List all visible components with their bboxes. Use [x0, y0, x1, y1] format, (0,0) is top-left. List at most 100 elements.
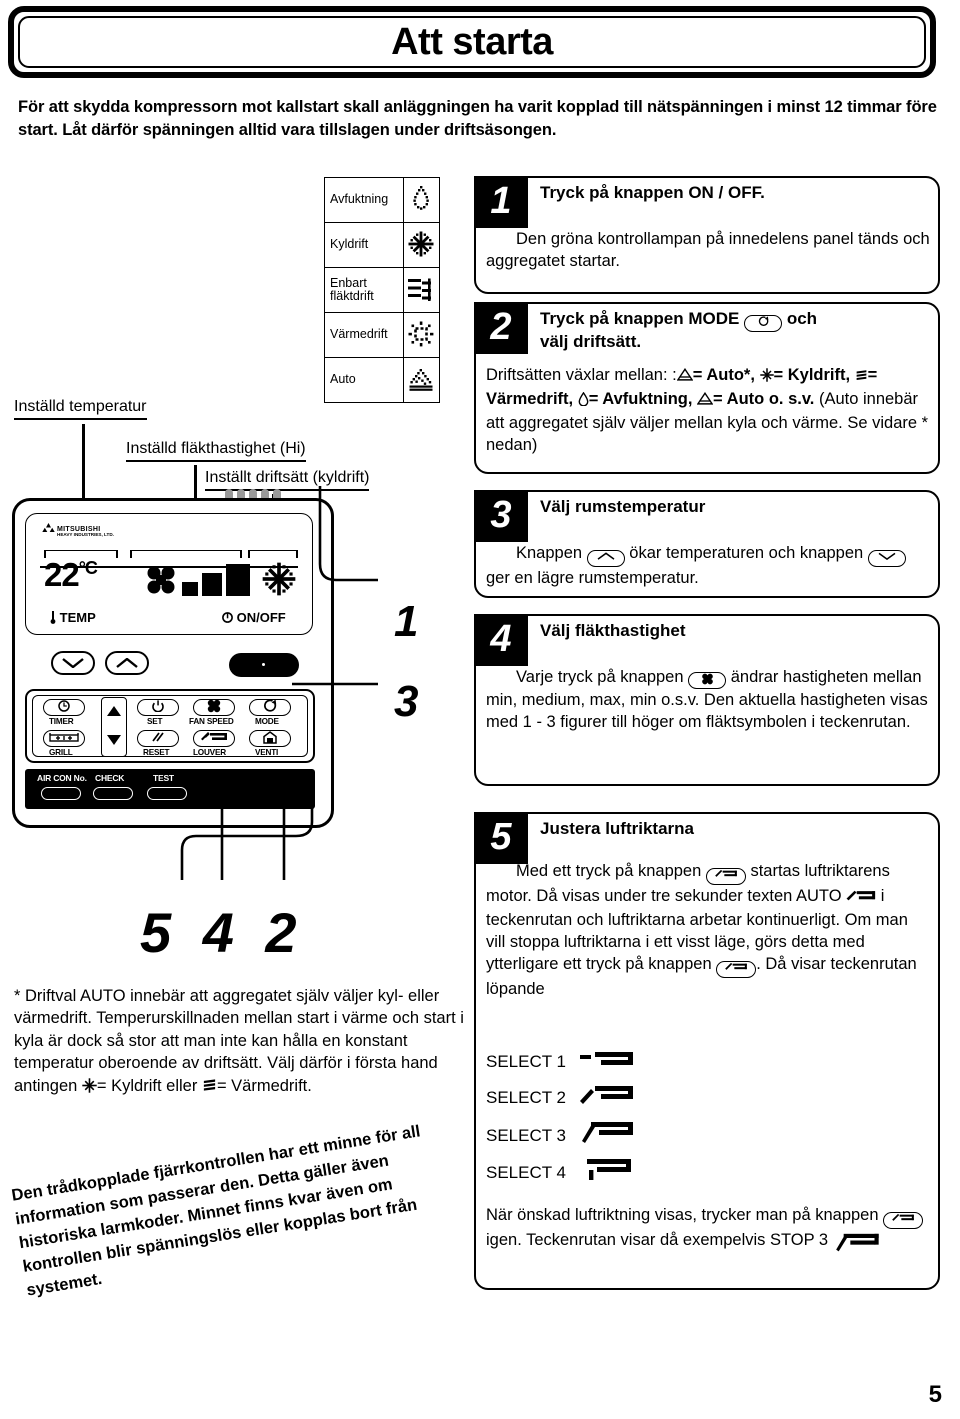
louver-pos3-icon: [833, 1231, 881, 1253]
down-arrow-icon: [867, 550, 906, 567]
step-3-body-mid: ökar temperaturen och knappen: [629, 544, 864, 562]
step-2-body-f: o. s.v.: [768, 390, 815, 409]
callout-digit-1: 1: [394, 597, 419, 646]
auto-tri-icon: [696, 390, 714, 412]
snowflake-icon: [82, 1077, 97, 1099]
up-triangle-icon[interactable]: [106, 705, 122, 720]
thermometer-icon: [50, 610, 60, 625]
timer-button[interactable]: [43, 699, 85, 716]
lcd-temp-label-group: TEMP: [50, 610, 96, 625]
timer-button-label: TIMER: [49, 717, 74, 726]
step-box-5: 5 Justera luftriktarna Med ett tryck på …: [474, 812, 940, 1290]
mode-label: Auto: [324, 357, 404, 403]
select-3-label: SELECT 3: [486, 1125, 567, 1145]
brand-logo: MITSUBISHI HEAVY INDUSTRIES, LTD.: [42, 522, 114, 538]
venti-button[interactable]: [249, 730, 291, 747]
select-2-label: SELECT 2: [486, 1087, 567, 1107]
step-5-body-part1: Med ett tryck på knappen startas luftrik…: [486, 860, 930, 1000]
list-item: SELECT 3: [486, 1121, 930, 1152]
leader-lines-right: [292, 486, 378, 686]
louver-icon: [883, 1212, 924, 1229]
set-button[interactable]: [137, 699, 179, 716]
step-2-heading-line3: välj driftsätt.: [540, 332, 642, 351]
grill-button-label: GRILL: [49, 748, 73, 757]
step-5-body-part2: När önskad luftriktning visas, trycker m…: [486, 1204, 930, 1253]
list-item: SELECT 1: [486, 1051, 930, 1078]
mode-label: Enbart fläktdrift: [324, 267, 404, 313]
table-row: Avfuktning: [324, 177, 441, 223]
snowflake-icon: [402, 222, 441, 268]
footnote-paragraph: * Driftval AUTO innebär att aggregatet s…: [14, 985, 469, 1099]
list-item: SELECT 4: [486, 1158, 930, 1189]
table-row: Auto: [324, 357, 441, 403]
temp-up-button[interactable]: [105, 651, 149, 675]
house-icon: [263, 730, 277, 747]
set-button-label: SET: [147, 717, 163, 726]
louver-pos3-icon: [579, 1121, 635, 1152]
louver-icon: [200, 731, 228, 746]
brand-subtitle: HEAVY INDUSTRIES, LTD.: [57, 532, 114, 537]
memo-note: Den trådkopplade fjärrkontrollen har ett…: [10, 1122, 422, 1300]
footnote-text-b: eller: [166, 1076, 198, 1095]
clock-icon: [58, 700, 70, 715]
page-title-banner: Att starta: [8, 6, 936, 78]
mitsubishi-triangle-icon: [42, 523, 55, 534]
louver-pos4-icon: [579, 1158, 635, 1189]
footnote-text-c: = Värmedrift.: [216, 1076, 312, 1095]
callout-digits-bottom: 5 4 2: [140, 901, 305, 964]
step-5-body-p2a: När önskad luftriktning visas, trycker m…: [486, 1206, 879, 1224]
step-5-body-p2b: igen. Teckenrutan visar då exempelvis ST…: [486, 1231, 829, 1249]
air-con-no-button[interactable]: [41, 787, 81, 800]
venti-button-label: VENTI: [255, 748, 279, 757]
louver-button[interactable]: [193, 730, 235, 747]
fan-lines-icon: [402, 267, 441, 313]
callout-digit-3: 3: [394, 677, 419, 726]
step-number-4: 4: [474, 614, 528, 666]
footnote-text-a: = Kyldrift: [96, 1076, 162, 1095]
leader-lines-bottom: [180, 800, 314, 880]
mode-label: Avfuktning: [324, 177, 404, 223]
droplet-icon: [402, 177, 441, 223]
page-title-banner-inner: Att starta: [18, 16, 926, 68]
table-row: Enbart fläktdrift: [324, 267, 441, 313]
auto-tri-icon: [676, 366, 694, 388]
up-arrow-icon: [586, 550, 625, 567]
temp-down-button[interactable]: [51, 651, 95, 675]
heat-icon: [202, 1077, 217, 1099]
heat-icon: [855, 366, 868, 388]
select-4-label: SELECT 4: [486, 1163, 567, 1183]
grill-button[interactable]: [43, 730, 85, 747]
slash-icon: [150, 731, 166, 746]
step-5-select-list: SELECT 1 SELECT 2 SELECT 3 SELECT 4: [486, 1044, 930, 1189]
up-down-stepper[interactable]: [101, 697, 127, 757]
lcd-temp-label: TEMP: [59, 610, 96, 625]
droplet-icon: [578, 390, 589, 412]
louver-auto-icon: [846, 887, 876, 909]
step-3-body: Knappen ökar temperaturen och knappen ge…: [486, 542, 930, 589]
step-3-body-pre: Knappen: [516, 544, 583, 562]
mode-label: Kyldrift: [324, 222, 404, 268]
step-2-body: Driftsätten växlar mellan: : = Auto*, = …: [486, 364, 930, 456]
mode-symbol-table: Avfuktning Kyldrift Enbart fläktdrift Vä…: [324, 177, 441, 403]
reset-button-label: RESET: [143, 748, 170, 757]
check-button[interactable]: [93, 787, 133, 800]
step-2-body-pre: Driftsätten växlar mellan: :: [486, 366, 677, 384]
fan-icon: [688, 672, 727, 689]
step-box-2: 2 Tryck på knappen MODE och välj driftsä…: [474, 302, 940, 474]
down-triangle-icon[interactable]: [106, 734, 122, 749]
air-con-no-label: AIR CON No.: [37, 773, 87, 783]
step-4-body: Varje tryck på knappen ändrar hastighete…: [486, 666, 930, 733]
step-4-body-pre: Varje tryck på knappen: [516, 668, 684, 686]
step-4-heading: Välj fläkthastighet: [540, 621, 686, 640]
label-set-fan-speed: Inställd fläkthastighet (Hi): [126, 440, 306, 462]
step-2-body-a: = Auto*,: [692, 366, 755, 384]
mode-label: Värmedrift: [324, 312, 404, 358]
cycle-icon: [744, 315, 783, 332]
step-2-body-b: = Kyldrift,: [773, 366, 851, 384]
test-button[interactable]: [147, 787, 187, 800]
step-1-body: Den gröna kontrollampan på innedelens pa…: [486, 230, 930, 271]
test-label: TEST: [153, 773, 174, 783]
step-2-body-e: = Auto: [713, 390, 765, 409]
step-number-2: 2: [474, 302, 528, 354]
reset-button[interactable]: [137, 730, 179, 747]
